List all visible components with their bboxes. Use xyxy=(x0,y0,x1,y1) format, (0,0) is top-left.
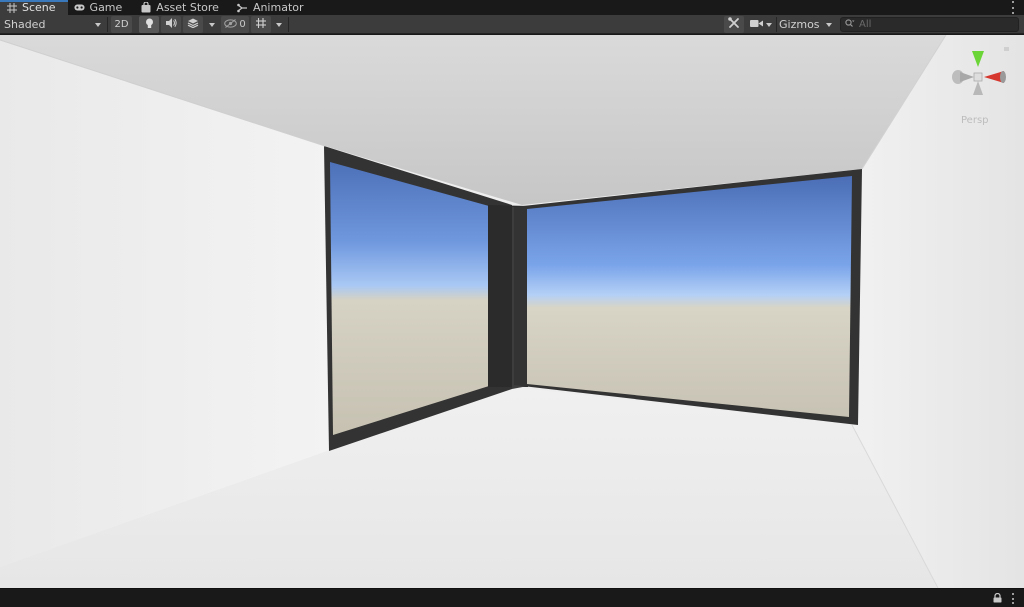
grid-toggle[interactable] xyxy=(251,16,271,33)
tab-label: Asset Store xyxy=(156,1,219,14)
draw-mode-label: Shaded xyxy=(4,18,46,31)
chevron-down-icon xyxy=(825,22,832,27)
gizmos-label: Gizmos xyxy=(779,18,820,31)
panel-menu-icon[interactable] xyxy=(1010,1,1016,14)
effects-dropdown[interactable] xyxy=(205,16,219,33)
tab-animator[interactable]: Animator xyxy=(231,0,316,15)
tab-game[interactable]: Game xyxy=(68,0,135,15)
lighting-toggle[interactable] xyxy=(139,16,159,33)
camera-settings-dropdown[interactable] xyxy=(747,16,775,33)
scene-viewport[interactable]: Persp xyxy=(0,35,1024,588)
chevron-down-icon xyxy=(209,22,215,27)
grid-snap-icon xyxy=(255,17,267,32)
scene-orientation-gizmo[interactable] xyxy=(946,45,1010,125)
tab-label: Game xyxy=(89,1,123,14)
gamepad-icon xyxy=(73,2,85,13)
neg-y-axis-cone[interactable] xyxy=(973,81,983,95)
lightbulb-icon xyxy=(145,18,154,32)
tab-label: Scene xyxy=(22,1,56,14)
layers-icon xyxy=(187,18,199,31)
toggle-2d-label: 2D xyxy=(114,19,129,30)
grid-dropdown[interactable] xyxy=(272,16,286,33)
eye-slash-icon xyxy=(224,18,238,31)
toolbar-divider xyxy=(776,17,777,32)
shopping-bag-icon xyxy=(140,2,151,13)
search-input[interactable] xyxy=(859,19,1009,30)
draw-mode-dropdown[interactable]: Shaded xyxy=(2,16,105,33)
scene-toolbar: Shaded 2D 0 Gizmos All xyxy=(0,15,1024,34)
tab-scene[interactable]: Scene xyxy=(0,0,68,15)
chevron-down-icon xyxy=(276,22,282,27)
hierarchy-search[interactable] xyxy=(840,17,1019,32)
projection-label[interactable]: Persp xyxy=(961,115,989,126)
status-bar xyxy=(0,588,1024,607)
tab-bar: Scene Game Asset Store Animator xyxy=(0,0,1024,15)
toggle-2d-button[interactable]: 2D xyxy=(111,16,132,33)
animator-icon xyxy=(237,2,248,13)
hidden-count: 0 xyxy=(239,19,246,30)
tools-button[interactable] xyxy=(724,16,744,33)
chevron-down-icon xyxy=(95,22,101,27)
toolbar-divider xyxy=(288,17,289,32)
scene-visibility-toggle[interactable]: 0 xyxy=(221,16,249,33)
audio-toggle[interactable] xyxy=(161,16,181,33)
speaker-icon xyxy=(165,18,177,31)
lock-icon[interactable] xyxy=(1004,47,1009,51)
toolbar-divider xyxy=(107,17,108,32)
chevron-down-icon xyxy=(766,22,772,27)
camera-icon xyxy=(750,18,763,31)
scene-render xyxy=(0,35,1024,588)
crossed-tools-icon xyxy=(728,17,740,32)
center-cube[interactable] xyxy=(973,72,983,82)
effects-toggle[interactable] xyxy=(183,16,203,33)
tab-asset-store[interactable]: Asset Store xyxy=(134,0,231,15)
more-options-icon[interactable] xyxy=(1011,593,1015,604)
y-axis-cone[interactable] xyxy=(972,51,984,67)
gizmos-dropdown[interactable]: Gizmos xyxy=(778,16,834,33)
search-icon xyxy=(845,18,855,31)
tab-label: Animator xyxy=(252,1,304,14)
grid-icon xyxy=(6,2,17,13)
lock-icon[interactable] xyxy=(993,593,1002,603)
